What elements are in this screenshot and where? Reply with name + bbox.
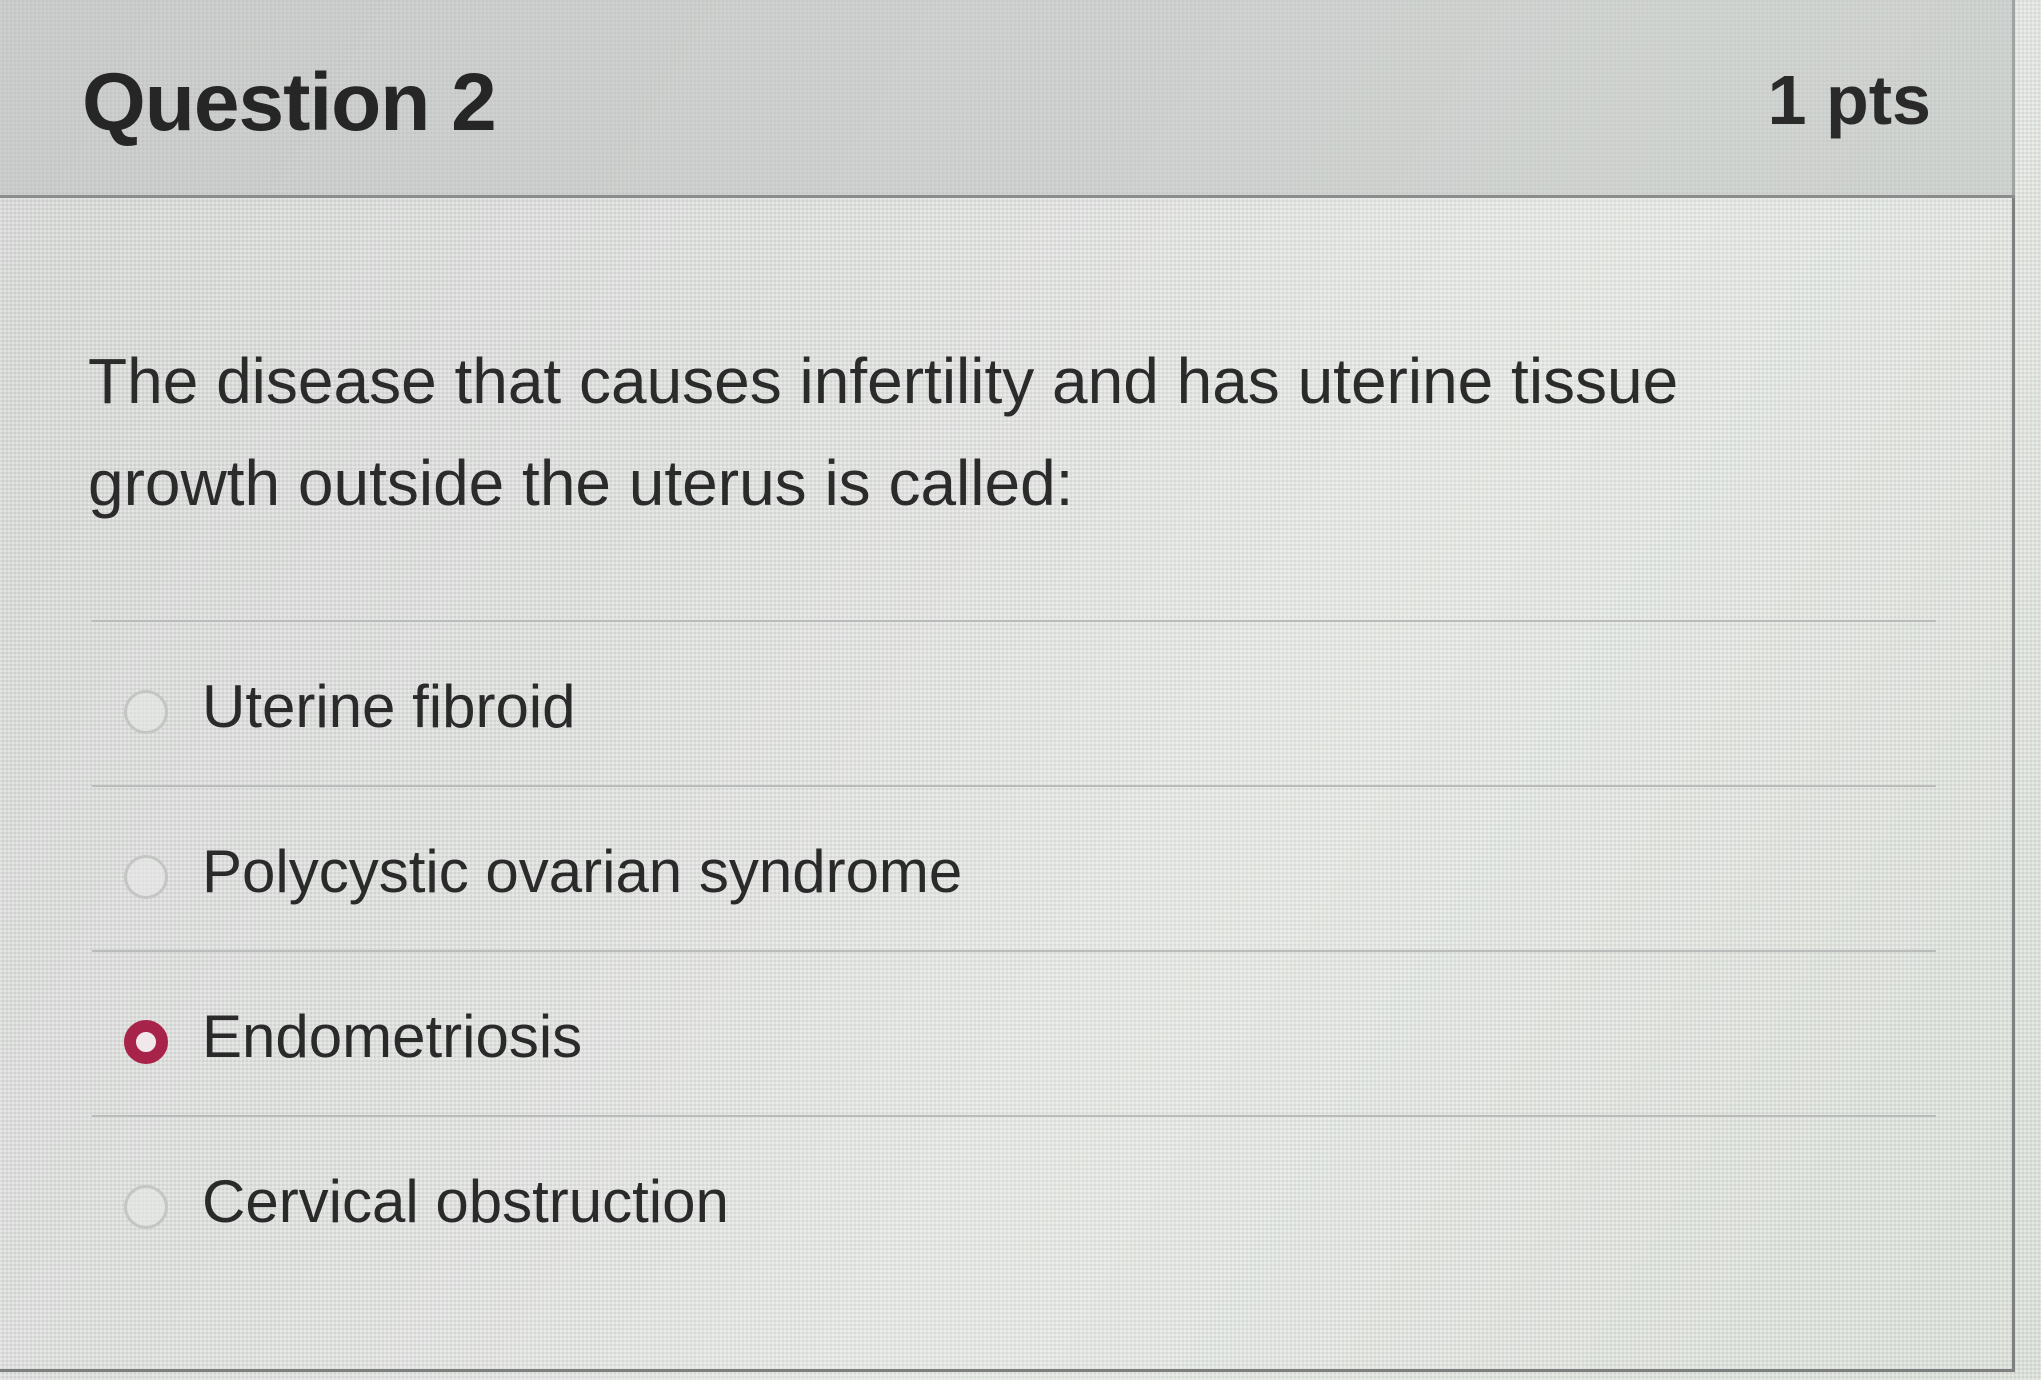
answer-label[interactable]: Polycystic ovarian syndrome <box>202 837 962 906</box>
radio-button-selected[interactable] <box>124 1020 168 1064</box>
answer-option-endometriosis[interactable]: Endometriosis <box>92 950 1936 1115</box>
answer-list: Uterine fibroid Polycystic ovarian syndr… <box>92 620 1936 1280</box>
question-points: 1 pts <box>1767 61 1931 139</box>
question-title: Question 2 <box>82 57 497 148</box>
question-header: Question 2 1 pts <box>0 0 2015 198</box>
answer-label[interactable]: Uterine fibroid <box>202 672 576 741</box>
question-card: Question 2 1 pts The disease that causes… <box>0 0 2015 1372</box>
answer-label[interactable]: Cervical obstruction <box>202 1167 729 1236</box>
answer-label[interactable]: Endometriosis <box>202 1002 582 1071</box>
radio-button[interactable] <box>124 855 168 899</box>
radio-button[interactable] <box>124 1185 168 1229</box>
answer-option-polycystic-ovarian-syndrome[interactable]: Polycystic ovarian syndrome <box>92 785 1936 950</box>
answer-option-cervical-obstruction[interactable]: Cervical obstruction <box>92 1115 1936 1280</box>
radio-button[interactable] <box>124 690 168 734</box>
question-text: The disease that causes infertility and … <box>88 345 1679 519</box>
answer-option-uterine-fibroid[interactable]: Uterine fibroid <box>92 620 1936 785</box>
